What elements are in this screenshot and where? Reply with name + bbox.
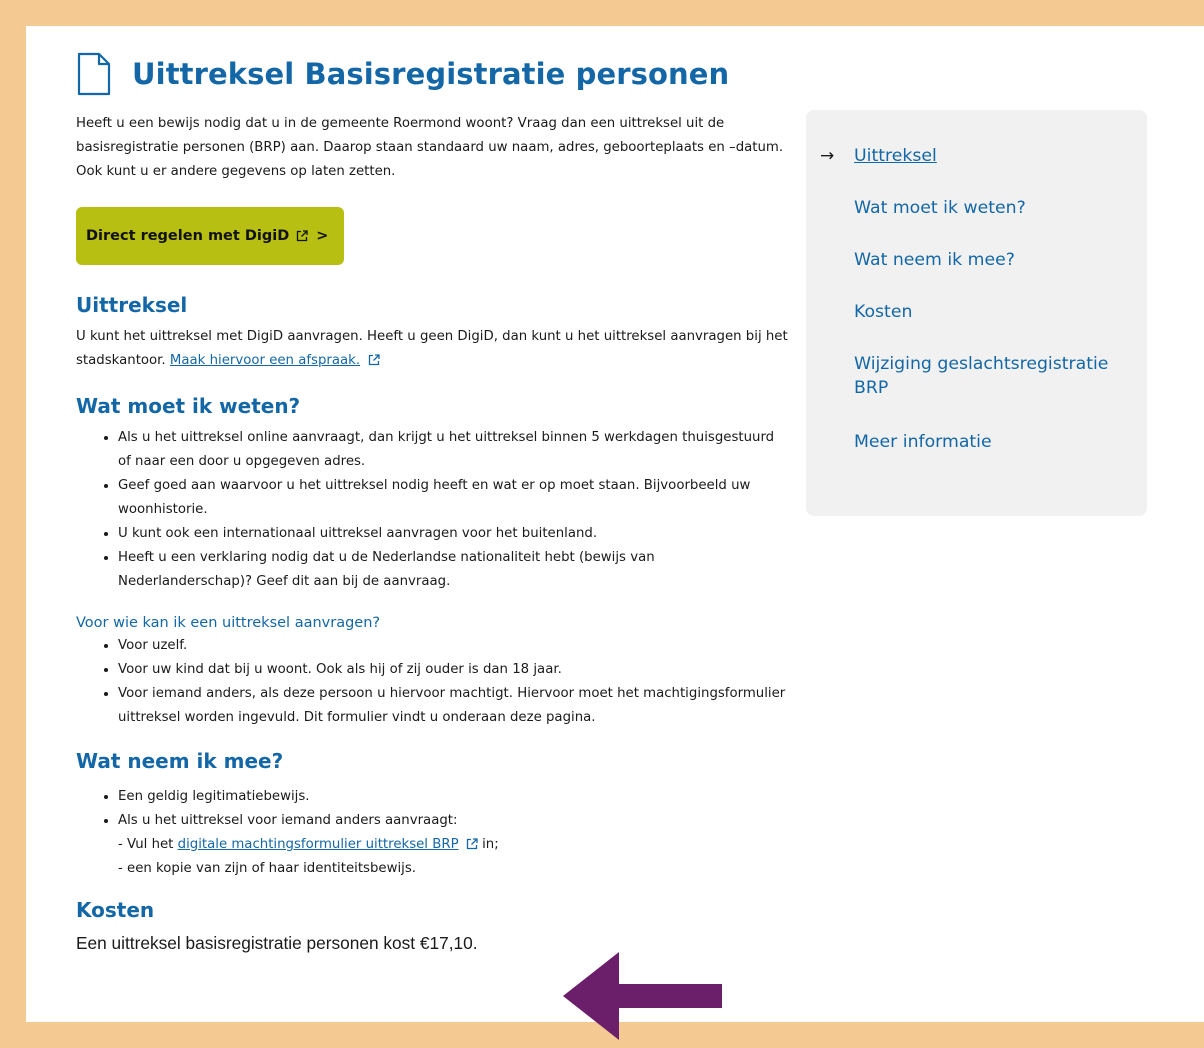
sidebar-nav: → Uittreksel Wat moet ik weten? Wat neem… bbox=[806, 110, 1147, 516]
list-item: Voor uw kind dat bij u woont. Ook als hi… bbox=[104, 658, 791, 682]
external-link-icon bbox=[369, 354, 380, 366]
heading-voor-wie: Voor wie kan ik een uittreksel aanvragen… bbox=[76, 615, 381, 631]
main-content: Heeft u een bewijs nodig dat u in de gem… bbox=[76, 112, 791, 956]
afspraak-link[interactable]: Maak hiervoor een afspraak. bbox=[170, 353, 360, 368]
list-item: Voor uzelf. bbox=[104, 634, 791, 658]
mee-list: Een geldig legitimatiebewijs. Als u het … bbox=[76, 785, 791, 833]
weten-list: Als u het uittreksel online aanvraagt, d… bbox=[76, 426, 791, 594]
sidebar-item-wijziging-geslachtsregistratie[interactable]: Wijziging geslachtsregistratie BRP bbox=[854, 352, 1124, 400]
uittreksel-text: U kunt het uittreksel met DigiD aanvrage… bbox=[76, 329, 788, 368]
list-item: Voor iemand anders, als deze persoon u h… bbox=[104, 682, 791, 730]
wie-list: Voor uzelf. Voor uw kind dat bij u woont… bbox=[76, 634, 791, 730]
kopie-line: - een kopie van zijn of haar identiteits… bbox=[118, 861, 417, 876]
heading-uittreksel: Uittreksel bbox=[76, 293, 188, 317]
chevron-right-icon: > bbox=[316, 228, 329, 244]
document-icon bbox=[77, 52, 111, 96]
machtiging-line: - Vul het digitale machtingsformulier ui… bbox=[118, 837, 499, 852]
heading-kosten: Kosten bbox=[76, 898, 155, 922]
heading-wat-moet-ik-weten: Wat moet ik weten? bbox=[76, 394, 301, 418]
list-item: Als u het uittreksel voor iemand anders … bbox=[104, 809, 791, 833]
sidebar-item-wat-neem-ik-mee[interactable]: Wat neem ik mee? bbox=[854, 248, 1134, 272]
annotation-arrow-icon bbox=[563, 952, 722, 1040]
list-item: Als u het uittreksel online aanvraagt, d… bbox=[104, 426, 791, 474]
title-row: Uittreksel Basisregistratie personen bbox=[76, 52, 729, 96]
external-link-icon bbox=[466, 838, 478, 850]
sidebar-item-uittreksel[interactable]: → Uittreksel bbox=[820, 144, 1134, 168]
digid-button[interactable]: Direct regelen met DigiD > bbox=[76, 207, 345, 265]
list-item: Een geldig legitimatiebewijs. bbox=[104, 785, 791, 809]
list-item: Geef goed aan waarvoor u het uittreksel … bbox=[104, 474, 791, 522]
list-item: Heeft u een verklaring nodig dat u de Ne… bbox=[104, 546, 791, 594]
intro-text: Heeft u een bewijs nodig dat u in de gem… bbox=[76, 116, 784, 179]
page-content: Uittreksel Basisregistratie personen Hee… bbox=[26, 26, 1204, 1040]
external-link-icon bbox=[297, 230, 308, 242]
machtigingsformulier-link[interactable]: digitale machtingsformulier uittreksel B… bbox=[178, 837, 459, 852]
sidebar-item-kosten[interactable]: Kosten bbox=[854, 300, 1134, 324]
page-title: Uittreksel Basisregistratie personen bbox=[132, 57, 730, 91]
digid-button-label: Direct regelen met DigiD bbox=[86, 228, 290, 244]
arrow-right-icon: → bbox=[820, 146, 835, 166]
sidebar-item-wat-moet-ik-weten[interactable]: Wat moet ik weten? bbox=[854, 196, 1134, 220]
sidebar-item-meer-informatie[interactable]: Meer informatie bbox=[854, 430, 1134, 454]
list-item: U kunt ook een internationaal uittreksel… bbox=[104, 522, 791, 546]
heading-wat-neem-ik-mee: Wat neem ik mee? bbox=[76, 749, 284, 773]
